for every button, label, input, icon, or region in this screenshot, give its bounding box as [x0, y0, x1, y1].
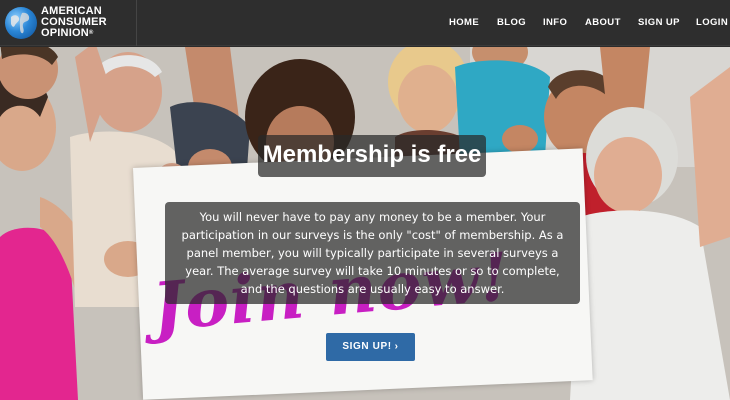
title-overlay: Membership is free [258, 135, 486, 177]
site-header: AMERICAN CONSUMER OPINION® HOME BLOG INF… [0, 0, 730, 46]
sign-up-button[interactable]: SIGN UP! › [326, 333, 415, 361]
hero-title: Membership is free [262, 141, 482, 168]
nav-info[interactable]: INFO [543, 17, 567, 28]
brand-name: AMERICAN CONSUMER OPINION® [41, 6, 136, 39]
logo[interactable]: AMERICAN CONSUMER OPINION® [0, 0, 137, 46]
registered-mark: ® [88, 30, 94, 36]
body-overlay: You will never have to pay any money to … [165, 202, 580, 304]
nav-blog[interactable]: BLOG [497, 17, 526, 28]
brand-line-3-text: OPINION [41, 27, 89, 39]
nav-about[interactable]: ABOUT [585, 17, 621, 28]
globe-icon [5, 7, 37, 39]
nav-home[interactable]: HOME [449, 17, 479, 28]
sign-up-button-label: SIGN UP! [342, 341, 392, 352]
nav-sign-up[interactable]: SIGN UP [638, 17, 680, 28]
nav-login[interactable]: LOGIN [696, 17, 728, 28]
brand-line-3: OPINION® [41, 28, 136, 39]
chevron-right-icon: › [394, 341, 399, 352]
hero-body-text: You will never have to pay any money to … [181, 210, 564, 296]
